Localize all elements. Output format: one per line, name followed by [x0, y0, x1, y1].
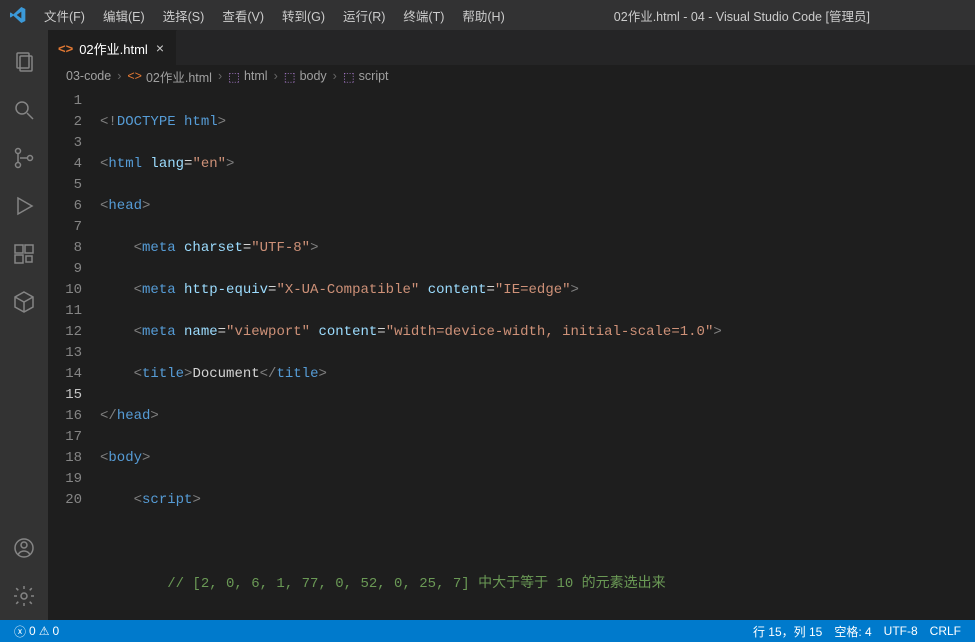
menu-view[interactable]: 查看(V) — [214, 2, 272, 29]
run-debug-icon[interactable] — [0, 182, 48, 230]
symbol-icon: ⬚ — [284, 69, 296, 84]
chevron-right-icon: › — [331, 69, 339, 83]
breadcrumb-file[interactable]: <> 02作业.html — [127, 67, 212, 86]
status-errors-count: 0 — [29, 624, 36, 638]
breadcrumb-sym-html[interactable]: ⬚ html — [228, 69, 267, 84]
main-area: <> 02作业.html × 03-code › <> 02作业.html › ⬚… — [0, 30, 975, 620]
symbol-icon: ⬚ — [228, 69, 240, 84]
menu-edit[interactable]: 编辑(E) — [95, 2, 153, 29]
close-icon[interactable]: × — [154, 40, 166, 56]
tab-filename: 02作业.html — [79, 39, 148, 58]
breadcrumbs[interactable]: 03-code › <>02作业.html › ⬚html › ⬚body › … — [48, 65, 975, 87]
menu-terminal[interactable]: 终端(T) — [395, 2, 452, 29]
window-title: 02作业.html - 04 - Visual Studio Code [管理员… — [517, 6, 967, 25]
cube-icon[interactable] — [0, 278, 48, 326]
code-content[interactable]: <!DOCTYPE html> <html lang="en"> <head> … — [100, 87, 975, 620]
search-icon[interactable] — [0, 86, 48, 134]
line-number-gutter: 1234567891011121314151617181920 — [48, 87, 100, 620]
menu-help[interactable]: 帮助(H) — [454, 2, 512, 29]
explorer-icon[interactable] — [0, 38, 48, 86]
tab-file[interactable]: <> 02作业.html × — [48, 30, 177, 65]
chevron-right-icon: › — [272, 69, 280, 83]
html-file-icon: <> — [58, 41, 73, 56]
status-warnings-count: 0 — [52, 624, 59, 638]
menu-bar: 文件(F) 编辑(E) 选择(S) 查看(V) 转到(G) 运行(R) 终端(T… — [36, 2, 513, 29]
chevron-right-icon: › — [115, 69, 123, 83]
code-editor[interactable]: 1234567891011121314151617181920 <!DOCTYP… — [48, 87, 975, 620]
html-file-icon: <> — [127, 69, 142, 83]
breadcrumb-root[interactable]: 03-code — [66, 69, 111, 83]
breadcrumb-file-label: 02作业.html — [146, 67, 212, 86]
status-indentation[interactable]: 空格: 4 — [828, 623, 877, 640]
breadcrumb-sym-script[interactable]: ⬚ script — [343, 69, 389, 84]
status-eol[interactable]: CRLF — [924, 624, 967, 638]
status-encoding[interactable]: UTF-8 — [878, 624, 924, 638]
menu-select[interactable]: 选择(S) — [155, 2, 213, 29]
activity-bar — [0, 30, 48, 620]
tab-bar: <> 02作业.html × — [48, 30, 975, 65]
chevron-right-icon: › — [216, 69, 224, 83]
title-bar: 文件(F) 编辑(E) 选择(S) 查看(V) 转到(G) 运行(R) 终端(T… — [0, 0, 975, 30]
editor-area: <> 02作业.html × 03-code › <> 02作业.html › ⬚… — [48, 30, 975, 620]
warning-icon: ⚠ — [39, 624, 50, 638]
menu-run[interactable]: 运行(R) — [335, 2, 393, 29]
breadcrumb-label: html — [244, 69, 268, 83]
menu-goto[interactable]: 转到(G) — [274, 2, 333, 29]
breadcrumb-label: script — [359, 69, 389, 83]
source-control-icon[interactable] — [0, 134, 48, 182]
extensions-icon[interactable] — [0, 230, 48, 278]
status-errors[interactable]: ⓧ0 ⚠0 — [8, 623, 65, 640]
error-icon: ⓧ — [14, 623, 26, 640]
settings-gear-icon[interactable] — [0, 572, 48, 620]
breadcrumb-label: body — [300, 69, 327, 83]
accounts-icon[interactable] — [0, 524, 48, 572]
status-cursor-position[interactable]: 行 15，列 15 — [747, 623, 828, 640]
symbol-icon: ⬚ — [343, 69, 355, 84]
breadcrumb-sym-body[interactable]: ⬚ body — [284, 69, 327, 84]
status-bar: ⓧ0 ⚠0 行 15，列 15 空格: 4 UTF-8 CRLF — [0, 620, 975, 642]
menu-file[interactable]: 文件(F) — [36, 2, 93, 29]
vscode-logo-icon — [8, 5, 28, 25]
